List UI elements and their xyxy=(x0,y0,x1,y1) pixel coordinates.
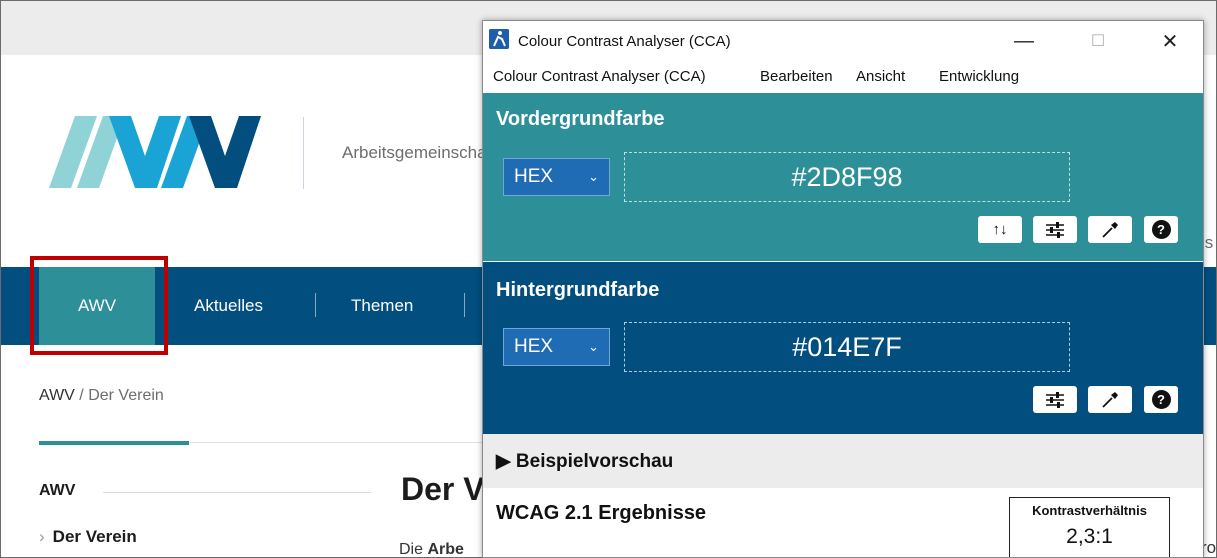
eyedropper-icon xyxy=(1102,391,1118,408)
sliders-icon xyxy=(1046,391,1064,408)
foreground-format-select[interactable]: HEX ⌄ xyxy=(503,158,610,196)
title-bar[interactable]: Colour Contrast Analyser (CCA) — ☐ ✕ xyxy=(483,21,1203,61)
breadcrumb-separator: / xyxy=(74,387,89,404)
swap-colors-button[interactable]: ↑↓ xyxy=(978,216,1022,243)
chevron-down-icon: ⌄ xyxy=(588,169,599,184)
menu-cca[interactable]: Colour Contrast Analyser (CCA) xyxy=(493,68,706,85)
sidebar-link-label: Der Verein xyxy=(52,527,137,546)
foreground-hex-input[interactable]: #2D8F98 xyxy=(624,152,1070,202)
cca-app-icon xyxy=(489,29,509,49)
swap-icon: ↑↓ xyxy=(992,221,1008,238)
eyedropper-icon xyxy=(1102,221,1118,238)
contrast-ratio-label: Kontrastverhältnis xyxy=(1032,503,1147,518)
logo-divider xyxy=(303,117,304,189)
section-accent-line xyxy=(39,441,189,445)
background-eyedropper-button[interactable] xyxy=(1088,386,1132,413)
organization-name: Arbeitsgemeinschaft xyxy=(342,143,497,162)
close-button[interactable]: ✕ xyxy=(1147,25,1193,57)
preview-toggle[interactable]: ▶ Beispielvorschau xyxy=(496,450,673,473)
intro-text-bold: Arbe xyxy=(427,541,464,558)
cca-window: Colour Contrast Analyser (CCA) — ☐ ✕ Col… xyxy=(482,20,1204,558)
page-intro-text: Die Arbe xyxy=(399,541,464,558)
sidebar-heading: AWV xyxy=(39,482,76,499)
nav-item-themen[interactable]: Themen xyxy=(351,267,413,345)
foreground-help-button[interactable]: ? xyxy=(1144,216,1178,243)
sidebar-link-der-verein[interactable]: › Der Verein xyxy=(39,527,137,547)
nav-separator xyxy=(464,293,465,317)
sliders-icon xyxy=(1046,221,1064,238)
triangle-right-icon: ▶ xyxy=(496,451,511,472)
page-title: Der V xyxy=(401,471,485,507)
contrast-ratio-box: Kontrastverhältnis 2,3:1 xyxy=(1009,497,1170,557)
help-icon: ? xyxy=(1151,390,1171,409)
chevron-right-icon: › xyxy=(39,527,45,546)
minimize-button[interactable]: — xyxy=(1001,25,1047,57)
menu-entwicklung[interactable]: Entwicklung xyxy=(939,68,1019,85)
background-hex-input[interactable]: #014E7F xyxy=(624,322,1070,372)
help-icon: ? xyxy=(1151,220,1171,239)
sidebar-heading-rule xyxy=(103,492,371,493)
window-title: Colour Contrast Analyser (CCA) xyxy=(518,33,731,50)
nav-separator xyxy=(315,293,316,317)
breadcrumb: AWV / Der Verein xyxy=(39,387,164,405)
foreground-sliders-button[interactable] xyxy=(1033,216,1077,243)
format-select-value: HEX xyxy=(514,336,554,357)
background-format-select[interactable]: HEX ⌄ xyxy=(503,328,610,366)
background-sliders-button[interactable] xyxy=(1033,386,1077,413)
chevron-down-icon: ⌄ xyxy=(588,339,599,354)
background-title: Hintergrundfarbe xyxy=(496,279,660,301)
foreground-title: Vordergrundfarbe xyxy=(496,108,665,130)
background-help-button[interactable]: ? xyxy=(1144,386,1178,413)
maximize-button[interactable]: ☐ xyxy=(1075,25,1121,57)
nav-item-aktuelles[interactable]: Aktuelles xyxy=(194,267,263,345)
contrast-ratio-value: 2,3:1 xyxy=(1066,525,1113,548)
awv-logo[interactable] xyxy=(49,116,271,188)
preview-label: Beispielvorschau xyxy=(515,451,674,472)
wcag-results-title: WCAG 2.1 Ergebnisse xyxy=(496,502,707,524)
intro-text-prefix: Die xyxy=(399,541,428,558)
breadcrumb-home-link[interactable]: AWV xyxy=(39,387,75,404)
focus-highlight-box xyxy=(30,256,168,355)
menu-bearbeiten[interactable]: Bearbeiten xyxy=(760,68,833,85)
menu-ansicht[interactable]: Ansicht xyxy=(856,68,905,85)
format-select-value: HEX xyxy=(514,166,554,187)
breadcrumb-current: Der Verein xyxy=(88,387,164,404)
section-divider xyxy=(189,442,489,443)
foreground-eyedropper-button[interactable] xyxy=(1088,216,1132,243)
